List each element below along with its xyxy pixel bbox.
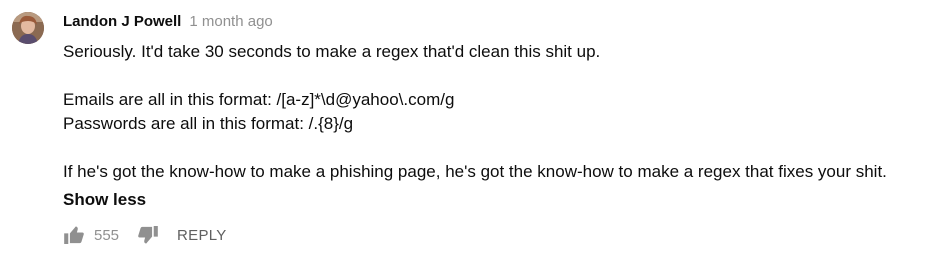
comment-thread: Landon J Powell 1 month ago Seriously. I…: [0, 0, 943, 256]
dislike-button[interactable]: [137, 224, 159, 246]
comment-line: If he's got the know-how to make a phish…: [63, 162, 887, 181]
comment-text: Seriously. It'd take 30 seconds to make …: [63, 40, 933, 184]
author-name[interactable]: Landon J Powell: [63, 13, 181, 30]
avatar-image: [12, 12, 44, 44]
comment-line: Emails are all in this format: /[a-z]*\d…: [63, 90, 455, 109]
thumbs-up-icon: [64, 226, 84, 244]
thumbs-down-icon: [138, 226, 158, 244]
show-less-button[interactable]: Show less: [63, 188, 146, 212]
comment-header: Landon J Powell 1 month ago: [63, 13, 273, 33]
comment-actions: 555 REPLY: [63, 222, 227, 248]
author-avatar[interactable]: [12, 12, 44, 44]
reply-button[interactable]: REPLY: [177, 227, 227, 244]
comment-timestamp[interactable]: 1 month ago: [189, 13, 272, 30]
like-button[interactable]: [63, 224, 85, 246]
comment-line: Seriously. It'd take 30 seconds to make …: [63, 42, 601, 61]
comment-blank-line: [63, 136, 933, 160]
comment-blank-line: [63, 64, 933, 88]
like-count: 555: [94, 226, 120, 244]
comment-line: Passwords are all in this format: /.{8}/…: [63, 114, 354, 133]
